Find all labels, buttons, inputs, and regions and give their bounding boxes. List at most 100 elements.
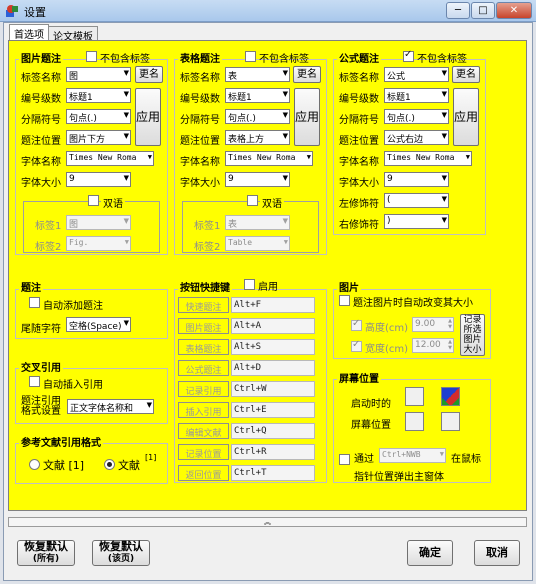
auto-insert-ref-checkbox[interactable] [29, 376, 40, 387]
table-font-select[interactable]: Times New Roma [225, 151, 313, 166]
restore-all-line2: (所有) [32, 554, 60, 564]
position-bottom-right[interactable] [441, 412, 460, 431]
cancel-button[interactable]: 取消 [474, 540, 520, 566]
hotkey-action-button[interactable]: 插入引用 [178, 402, 229, 418]
table-exclude-label-checkbox[interactable] [245, 51, 256, 62]
hotkey-action-button[interactable]: 返回位置 [178, 465, 229, 481]
tail-char-select[interactable]: 空格(Space) [66, 317, 131, 332]
collapse-chevron-icon: ︽ [264, 518, 271, 526]
figure-font-select[interactable]: Times New Roma [66, 151, 154, 166]
table-font-label: 字体名称 [180, 157, 220, 168]
table-apply-button[interactable]: 应用 [294, 88, 320, 146]
figure-position-select[interactable]: 图片下方 [66, 130, 131, 145]
hotkey-action-button[interactable]: 快速题注 [178, 297, 229, 313]
popup-at-pointer-label: 指针位置弹出主窗体 [354, 472, 444, 483]
hotkey-action-button[interactable]: 公式题注 [178, 360, 229, 376]
formula-left-delim-label: 左修饰符 [339, 199, 379, 210]
ok-button[interactable]: 确定 [407, 540, 453, 566]
formula-font-label: 字体名称 [339, 157, 379, 168]
table-rename-button[interactable]: 更名 [293, 66, 321, 83]
position-top-left[interactable] [405, 387, 424, 406]
hotkey-input[interactable]: Alt+D [231, 360, 315, 376]
hotkey-input[interactable]: Ctrl+W [231, 381, 315, 397]
figure-separator-select[interactable]: 句点(.) [66, 109, 131, 124]
formula-position-select[interactable]: 公式右边 [384, 130, 449, 145]
figure-label2-select[interactable]: Fig. [66, 236, 131, 251]
figure-numbering-select[interactable]: 标题1 [66, 88, 131, 103]
hotkey-input[interactable]: Ctrl+E [231, 402, 315, 418]
ref-style-radio-inline[interactable] [29, 459, 40, 470]
hotkey-action-button[interactable]: 记录位置 [178, 444, 229, 460]
figure-label-name-select[interactable]: 图 [66, 67, 131, 82]
hotkey-input[interactable]: Alt+F [231, 297, 315, 313]
tab-paper-template[interactable]: 论文模板 [48, 26, 98, 43]
restore-all-line1: 恢复默认 [24, 540, 68, 553]
table-label2-select[interactable]: Table [225, 236, 290, 251]
position-top-right[interactable] [441, 387, 460, 406]
formula-rename-button[interactable]: 更名 [452, 66, 480, 83]
record-picture-size-button[interactable]: 记录 所选 图片 大小 [460, 314, 485, 356]
formula-size-label: 字体大小 [339, 178, 379, 189]
hotkey-input[interactable]: Alt+A [231, 318, 315, 334]
table-label-name-select[interactable]: 表 [225, 67, 290, 82]
table-bilingual-checkbox[interactable] [247, 195, 258, 206]
window-titlebar: 设置 ─ □ ✕ [0, 0, 536, 22]
hotkey-input[interactable]: Ctrl+T [231, 465, 315, 481]
restore-page-defaults-button[interactable]: 恢复默认 (该页) [92, 540, 150, 566]
formula-left-delim-select[interactable]: ( [384, 193, 449, 208]
table-exclude-label-text: 不包含标签 [259, 54, 309, 65]
formula-apply-button[interactable]: 应用 [453, 88, 479, 146]
hotkey-input[interactable]: Ctrl+R [231, 444, 315, 460]
formula-right-delim-select[interactable]: ) [384, 214, 449, 229]
formula-label-name-select[interactable]: 公式 [384, 67, 449, 82]
close-button[interactable]: ✕ [496, 2, 532, 19]
table-size-select[interactable]: 9 [225, 172, 290, 187]
maximize-button[interactable]: □ [471, 2, 495, 19]
hotkey-popup-checkbox[interactable] [339, 454, 350, 465]
formula-exclude-label-checkbox[interactable] [403, 49, 414, 62]
table-position-select[interactable]: 表格上方 [225, 130, 290, 145]
figure-exclude-label-checkbox[interactable] [86, 51, 97, 62]
hotkey-action-button[interactable]: 编辑文献 [178, 423, 229, 439]
hotkeys-enable-checkbox[interactable] [244, 279, 255, 290]
startup-position-label-line2: 屏幕位置 [351, 420, 391, 431]
figure-apply-button[interactable]: 应用 [135, 88, 161, 146]
restore-all-defaults-button[interactable]: 恢复默认 (所有) [17, 540, 75, 566]
formula-font-select[interactable]: Times New Roma [384, 151, 472, 166]
hotkey-action-button[interactable]: 图片题注 [178, 318, 229, 334]
height-spinner[interactable]: 9.00 [412, 317, 454, 332]
hotkey-input[interactable]: Alt+S [231, 339, 315, 355]
table-numbering-select[interactable]: 标题1 [225, 88, 290, 103]
formula-numbering-select[interactable]: 标题1 [384, 88, 449, 103]
figure-bilingual-checkbox[interactable] [88, 195, 99, 206]
figure-size-select[interactable]: 9 [66, 172, 131, 187]
formula-separator-select[interactable]: 句点(.) [384, 109, 449, 124]
auto-insert-ref-text: 自动插入引用 [43, 380, 103, 391]
table-label1-select[interactable]: 表 [225, 215, 290, 230]
hotkey-input[interactable]: Ctrl+Q [231, 423, 315, 439]
figure-label1-select[interactable]: 图 [66, 215, 131, 230]
ref-format-select[interactable]: 正文字体名称和 [67, 399, 154, 414]
figure-label-name-label: 标签名称 [21, 73, 61, 84]
ref-style-title: 参考文献引用格式 [19, 434, 103, 449]
figure-rename-button[interactable]: 更名 [135, 66, 163, 83]
position-bottom-left[interactable] [405, 412, 424, 431]
table-separator-select[interactable]: 句点(.) [225, 109, 290, 124]
formula-right-delim-label: 右修饰符 [339, 220, 379, 231]
formula-exclude-label-text: 不包含标签 [417, 54, 467, 65]
width-spinner[interactable]: 12.00 [412, 338, 454, 353]
auto-add-caption-checkbox[interactable] [29, 297, 40, 308]
width-checkbox[interactable] [351, 339, 362, 352]
formula-size-select[interactable]: 9 [384, 172, 449, 187]
record-button-line3: 图片 [463, 335, 482, 345]
hotkey-action-button[interactable]: 表格题注 [178, 339, 229, 355]
popup-hotkey-select[interactable]: Ctrl+NWB [379, 448, 446, 463]
ref-style-radio-superscript[interactable] [104, 459, 115, 470]
hotkey-action-button[interactable]: 记录引用 [178, 381, 229, 397]
auto-resize-picture-checkbox[interactable] [339, 295, 350, 306]
minimize-button[interactable]: ─ [446, 2, 470, 19]
figure-caption-title: 图片题注 [19, 50, 63, 65]
tab-preferences[interactable]: 首选项 [9, 24, 49, 41]
height-checkbox[interactable] [351, 318, 362, 331]
collapse-bar[interactable]: ︽ [8, 517, 527, 527]
